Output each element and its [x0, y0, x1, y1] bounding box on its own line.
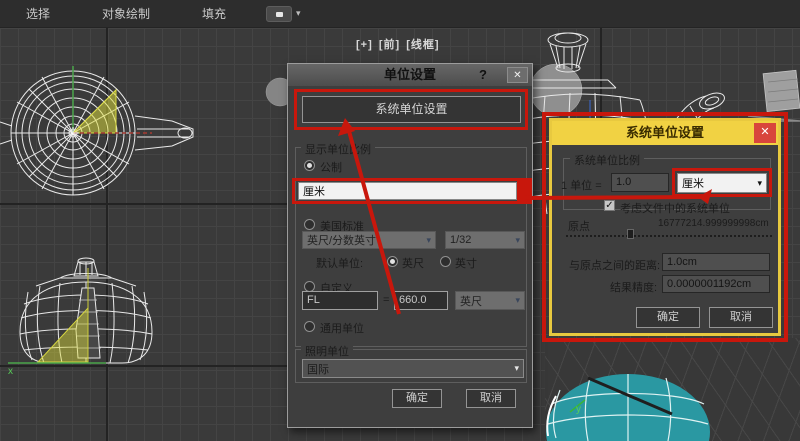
- chevron-down-icon: ▾: [514, 363, 519, 373]
- accuracy-label: 结果精度:: [610, 282, 658, 294]
- chevron-down-icon: ▾: [426, 234, 431, 245]
- metric-unit-dropdown[interactable]: 厘米: [298, 182, 517, 200]
- metric-label: 公制: [320, 162, 342, 174]
- generic-units-radio[interactable]: [304, 321, 315, 332]
- chevron-down-icon: ▾: [757, 177, 762, 188]
- origin-value: 16777214.999999998cm: [658, 218, 769, 229]
- annotation-marker-square: [517, 181, 532, 201]
- teapot-front-view[interactable]: x: [8, 257, 153, 377]
- us-standard-radio[interactable]: [304, 219, 315, 230]
- custom-name-field[interactable]: FL: [302, 291, 378, 310]
- tab-select[interactable]: 选择: [0, 0, 76, 28]
- units-setup-dialog: 单位设置 ? ✕ 系统单位设置 显示单位比例 公制 厘米 美国标准 英尺/分数英…: [287, 63, 533, 428]
- equals-sign: =: [383, 294, 390, 306]
- respect-units-checkbox[interactable]: ✓: [604, 200, 615, 211]
- tab-populate[interactable]: 填充: [176, 0, 252, 28]
- display-unit-scale-label: 显示单位比例: [301, 141, 375, 157]
- lighting-unit-dropdown[interactable]: 国际 ▾: [302, 359, 524, 378]
- close-icon[interactable]: ✕: [754, 123, 776, 143]
- default-units-label: 默认单位:: [316, 258, 364, 270]
- one-unit-label: 1 单位 =: [561, 180, 602, 192]
- system-dialog-titlebar[interactable]: 系统单位设置: [552, 121, 778, 145]
- units-ok-button[interactable]: 确定: [392, 389, 442, 408]
- generic-units-label: 通用单位: [320, 323, 364, 335]
- origin-slider-track[interactable]: [566, 235, 772, 237]
- system-ok-button[interactable]: 确定: [636, 307, 700, 328]
- ribbon-toolbar: 选择 对象绘制 填充 ▾: [0, 0, 800, 28]
- us-fraction-dropdown[interactable]: 1/32 ▾: [445, 231, 525, 249]
- help-icon[interactable]: ?: [476, 67, 490, 82]
- front-axis-label: x: [8, 366, 13, 377]
- units-dialog-titlebar[interactable]: 单位设置: [288, 64, 532, 86]
- feet-label: 英尺: [402, 258, 424, 270]
- feet-radio[interactable]: [387, 256, 398, 267]
- teapot-top-view[interactable]: [0, 66, 194, 196]
- inches-label: 英寸: [455, 258, 477, 270]
- lighting-units-label: 照明单位: [301, 343, 353, 359]
- teapot-perspective-teal[interactable]: y: [546, 374, 710, 441]
- system-unit-value: 厘米: [682, 178, 704, 190]
- 3dsmax-window: 选择 对象绘制 填充 ▾ [+] [前] [线框] x y 单位设置 ? ✕ 系…: [0, 0, 800, 441]
- metric-radio[interactable]: [304, 160, 315, 171]
- system-unit-setup-button[interactable]: 系统单位设置: [302, 96, 521, 123]
- inches-radio[interactable]: [440, 256, 451, 267]
- respect-units-label: 考虑文件中的系统单位: [620, 203, 730, 215]
- system-unit-dropdown[interactable]: 厘米 ▾: [677, 173, 767, 193]
- origin-slider-handle[interactable]: [627, 229, 634, 239]
- distance-label: 与原点之间的距离:: [569, 260, 661, 272]
- chevron-down-icon: ▾: [515, 234, 520, 245]
- paint-flyout-icon[interactable]: [266, 5, 293, 22]
- us-fraction-value: 1/32: [450, 234, 472, 246]
- system-cancel-button[interactable]: 取消: [709, 307, 773, 328]
- system-unit-setup-dialog: 系统单位设置 ✕ 系统单位比例 1 单位 = 1.0 厘米 ▾ ✓ 考虑文件中的…: [549, 118, 781, 336]
- unit-value-field[interactable]: 1.0: [611, 173, 669, 192]
- persp-axis-label: y: [576, 404, 581, 415]
- chevron-down-icon: ▾: [515, 295, 520, 305]
- units-cancel-button[interactable]: 取消: [466, 389, 516, 408]
- us-unit-value: 英尺/分数英寸: [307, 235, 377, 247]
- metric-unit-value: 厘米: [303, 186, 325, 198]
- tab-object-paint[interactable]: 对象绘制: [76, 0, 176, 28]
- origin-label: 原点: [568, 221, 590, 233]
- custom-value-field[interactable]: 660.0: [394, 291, 448, 310]
- custom-unit-dropdown[interactable]: 英尺 ▾: [455, 291, 525, 310]
- flyout-chevron-icon[interactable]: ▾: [296, 8, 301, 19]
- check-icon: ✓: [605, 200, 614, 211]
- custom-unit-value: 英尺: [460, 295, 482, 308]
- close-icon[interactable]: ✕: [507, 67, 528, 83]
- accuracy-field[interactable]: 0.0000001192cm: [662, 275, 770, 293]
- system-unit-scale-label: 系统单位比例: [570, 152, 644, 168]
- lighting-unit-value: 国际: [307, 363, 329, 376]
- distance-field[interactable]: 1.0cm: [662, 253, 770, 271]
- us-unit-dropdown[interactable]: 英尺/分数英寸 ▾: [302, 231, 436, 249]
- paint-flyout-glyph: [276, 11, 284, 17]
